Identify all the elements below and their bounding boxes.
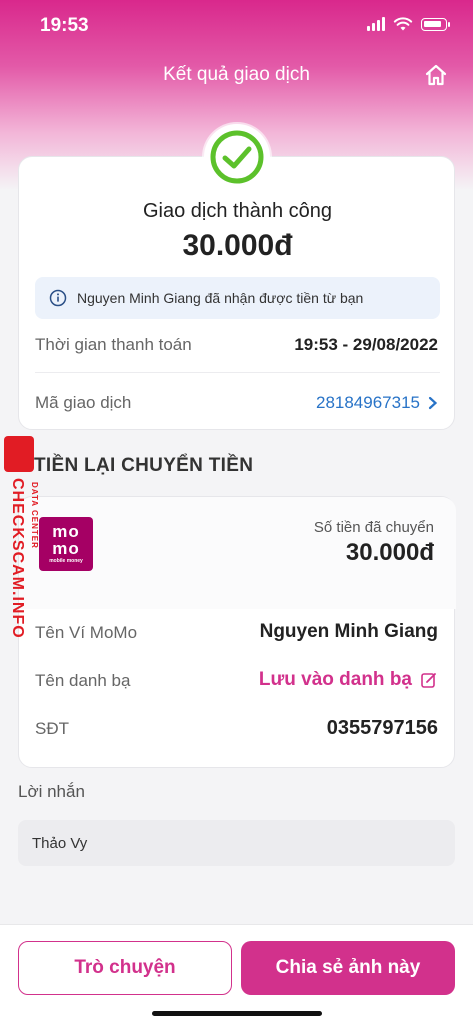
info-icon — [49, 289, 67, 307]
signal-icon — [367, 17, 385, 31]
wallet-name-label: Tên Ví MoMo — [35, 623, 138, 642]
phone-label: SĐT — [35, 719, 69, 738]
wallet-name-value: Nguyen Minh Giang — [259, 621, 438, 642]
transaction-status: Giao dịch thành công — [142, 200, 333, 222]
transaction-id-value: 28184967315 — [315, 393, 420, 412]
watermark-subtext: DATA CENTER — [30, 482, 39, 549]
sent-amount-value: 30.000đ — [345, 539, 434, 566]
message-label: Lời nhắn — [18, 782, 85, 801]
transaction-id-label: Mã giao dịch — [35, 393, 132, 412]
status-bar: 19:53 — [0, 0, 473, 50]
phone-value: 0355797156 — [326, 717, 438, 739]
save-contact-button[interactable]: Lưu vào danh bạ — [259, 669, 438, 691]
bottom-action-bar: Trò chuyện Chia sẻ ảnh này — [0, 924, 473, 1024]
edit-icon — [421, 673, 436, 688]
transaction-id-link[interactable]: 28184967315 — [316, 393, 438, 413]
share-image-button[interactable]: Chia sẻ ảnh này — [241, 941, 455, 995]
payment-time-label: Thời gian thanh toán — [35, 335, 192, 354]
contact-name-label: Tên danh bạ — [35, 671, 131, 690]
watermark: CHECKSCAM.INFO DATA CENTER — [2, 436, 48, 666]
info-text: Nguyen Minh Giang đã nhận được tiền từ b… — [77, 290, 364, 306]
payment-time-value: 19:53 - 29/08/2022 — [294, 335, 438, 354]
status-time: 19:53 — [40, 15, 89, 36]
transfer-card: mo mo mobile money Số tiền đã chuyển 30.… — [18, 496, 456, 768]
chevron-right-icon — [428, 396, 438, 410]
message-box: Thảo Vy — [18, 820, 455, 866]
success-check-icon — [210, 130, 264, 184]
message-text: Thảo Vy — [32, 834, 88, 852]
page-title: Kết quả giao dịch — [163, 64, 310, 85]
chat-button[interactable]: Trò chuyện — [18, 941, 232, 995]
divider — [35, 372, 440, 373]
save-contact-label: Lưu vào danh bạ — [258, 669, 412, 690]
home-indicator — [152, 1011, 322, 1016]
info-banner: Nguyen Minh Giang đã nhận được tiền từ b… — [35, 277, 440, 319]
result-card: Giao dịch thành công 30.000đ Nguyen Minh… — [18, 156, 455, 430]
home-icon[interactable] — [423, 62, 449, 88]
lock-icon — [4, 436, 34, 472]
transfer-section-title: TIỀN LẠI CHUYỂN TIỀN — [34, 455, 254, 476]
wifi-icon — [393, 17, 413, 31]
success-badge — [204, 124, 270, 190]
status-icons — [367, 16, 450, 32]
watermark-text: CHECKSCAM.INFO — [9, 478, 26, 639]
battery-icon — [421, 17, 450, 31]
sent-amount-label: Số tiền đã chuyển — [313, 519, 434, 536]
transaction-amount: 30.000đ — [182, 229, 293, 262]
